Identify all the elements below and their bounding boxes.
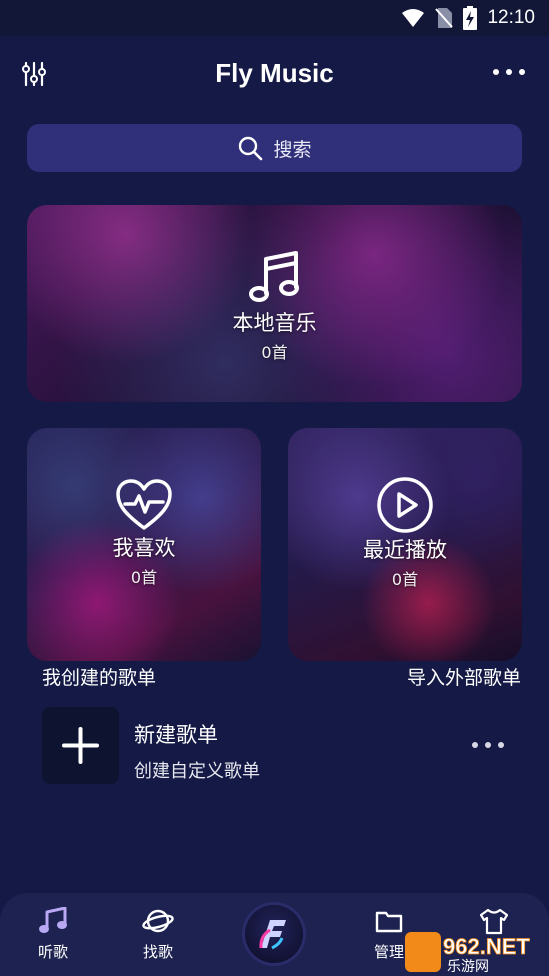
status-icons: 12:10 (401, 6, 535, 30)
wifi-icon (402, 9, 425, 27)
recent-played-title: 最近播放 (363, 538, 447, 562)
local-music-card[interactable]: 本地音乐 0首 (27, 205, 522, 402)
local-music-count: 0首 (261, 343, 288, 362)
more-options-icon[interactable] (491, 62, 527, 82)
local-music-content: 本地音乐 0首 (27, 249, 522, 363)
no-sim-icon (435, 8, 454, 28)
plus-icon (62, 727, 99, 764)
player-button[interactable] (245, 905, 303, 963)
search-icon (239, 136, 263, 161)
app-header: Fly Music (0, 36, 549, 116)
recent-played-count: 0首 (391, 570, 419, 589)
status-bar: 12:10 (0, 0, 549, 36)
new-playlist-subtitle: 创建自定义歌单 (134, 761, 260, 782)
search-bar[interactable]: 搜索 (27, 124, 522, 172)
favorites-count: 0首 (130, 568, 158, 587)
battery-charging-icon (463, 6, 478, 30)
search-label: 搜索 (273, 138, 312, 161)
site-watermark-logo: 962.NET 乐游网 (405, 932, 531, 974)
new-playlist-title: 新建歌单 (134, 723, 218, 747)
svg-text:乐游网: 乐游网 (447, 959, 489, 974)
favorites-content: 我喜欢 0首 (27, 478, 261, 588)
music-note-icon (39, 907, 67, 933)
local-music-title: 本地音乐 (232, 311, 317, 335)
add-playlist-button[interactable] (42, 707, 119, 784)
heart-pulse-icon (116, 479, 172, 530)
svg-text:962.NET: 962.NET (443, 934, 530, 959)
status-time: 12:10 (487, 7, 535, 28)
nav-listen-label: 听歌 (37, 943, 68, 961)
more-options-icon[interactable] (470, 737, 506, 753)
nav-find-label: 找歌 (142, 943, 173, 961)
new-playlist-row[interactable]: 新建歌单 创建自定义歌单 (42, 707, 512, 787)
fly-logo-icon (259, 920, 286, 950)
my-playlists-label: 我创建的歌单 (42, 667, 157, 689)
page-title: Fly Music (215, 58, 334, 88)
favorites-title: 我喜欢 (112, 536, 176, 560)
import-playlist-link[interactable]: 导入外部歌单 (407, 663, 521, 690)
music-note-icon (248, 251, 299, 302)
nav-listen[interactable]: 听歌 (18, 907, 88, 962)
play-circle-icon (377, 477, 433, 533)
folder-icon (375, 911, 403, 933)
favorites-card[interactable]: 我喜欢 0首 (27, 428, 261, 661)
nav-manage-label: 管理 (373, 943, 404, 961)
recent-played-content: 最近播放 0首 (288, 476, 522, 590)
nav-find[interactable]: 找歌 (123, 907, 193, 962)
recent-played-card[interactable]: 最近播放 0首 (288, 428, 522, 661)
planet-icon (142, 909, 174, 933)
